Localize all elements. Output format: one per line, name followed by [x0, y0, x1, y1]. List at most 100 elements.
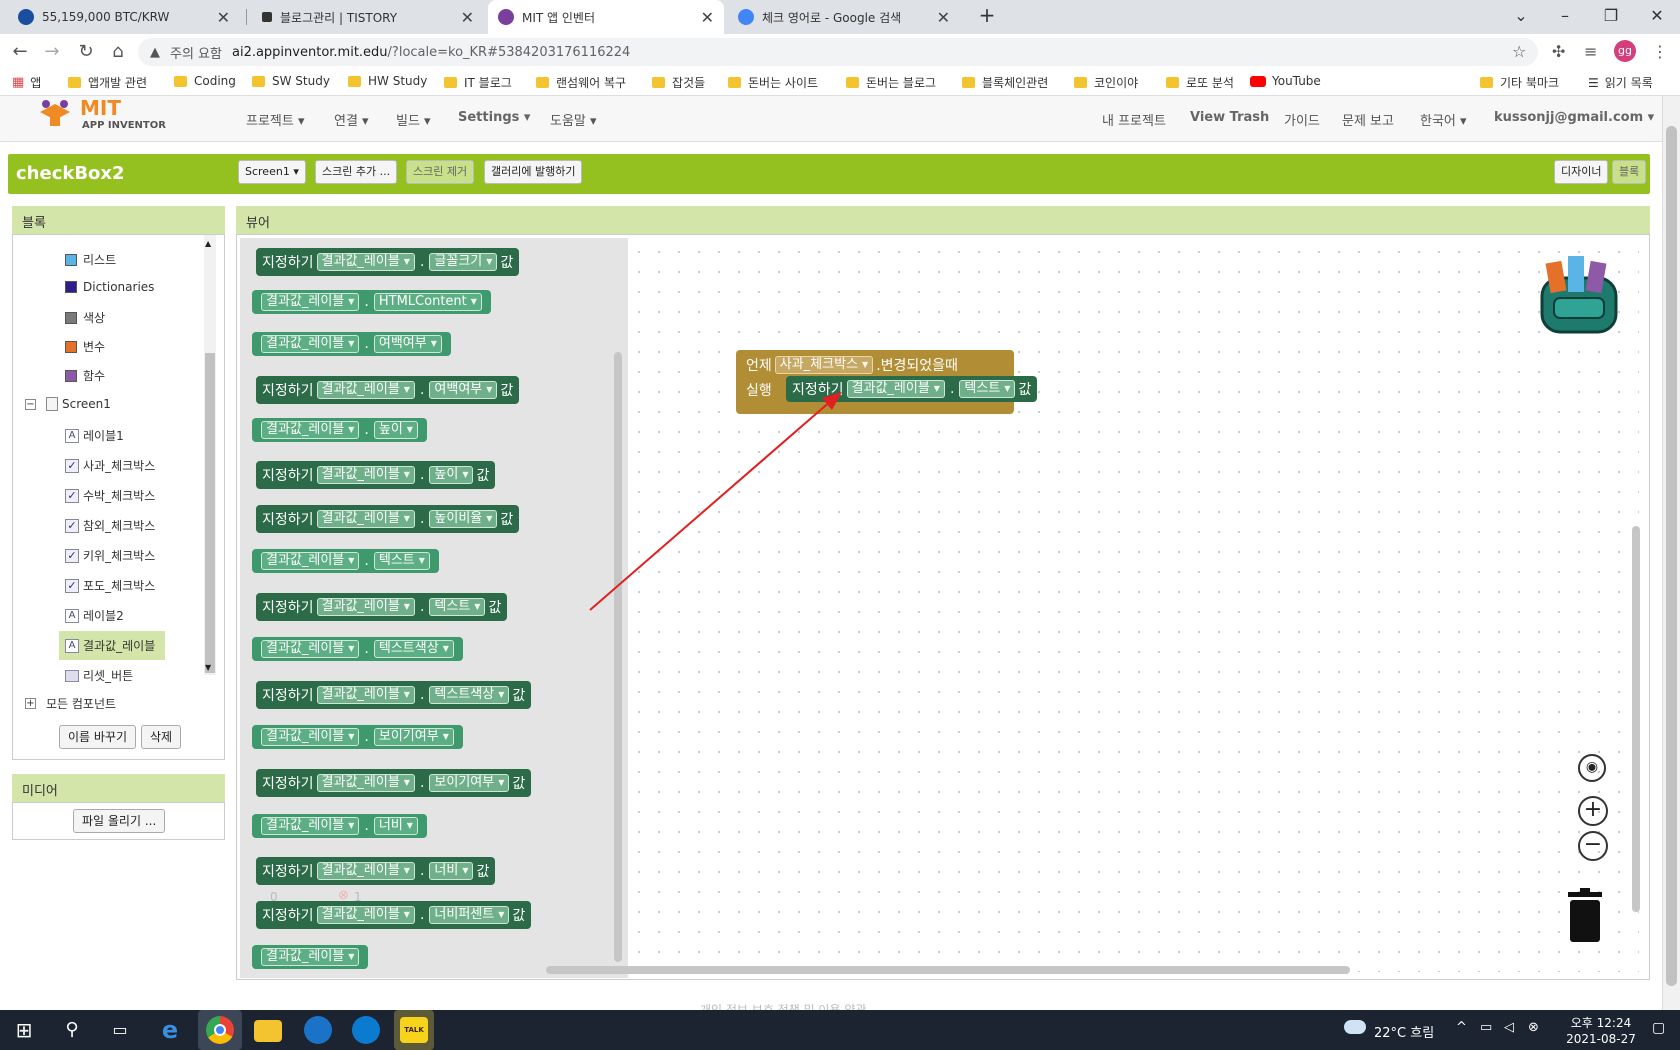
- bookmark[interactable]: 기타 북마크: [1480, 74, 1559, 91]
- getter-block[interactable]: 결과값_레이블 ▼: [252, 945, 369, 969]
- property-dropdown[interactable]: 텍스트색상 ▼: [429, 686, 510, 704]
- rename-button[interactable]: 이름 바꾸기: [59, 725, 137, 749]
- ie-icon[interactable]: e: [156, 1016, 184, 1044]
- builtin-variables[interactable]: 변수: [65, 338, 105, 355]
- expand-icon[interactable]: +: [25, 698, 36, 709]
- tree-screen1[interactable]: − Screen1: [25, 397, 111, 411]
- component-dropdown[interactable]: 결과값_레이블 ▼: [316, 253, 415, 271]
- zoom-out-icon[interactable]: −: [1578, 831, 1608, 861]
- publish-gallery-button[interactable]: 갤러리에 발행하기: [484, 160, 583, 184]
- volume-icon[interactable]: ◁: [1504, 1020, 1514, 1035]
- bookmark[interactable]: IT 블로그: [444, 74, 512, 91]
- close-icon[interactable]: ✕: [217, 8, 230, 27]
- component-dropdown[interactable]: 결과값_레이블 ▼: [261, 335, 360, 353]
- property-dropdown[interactable]: 보이기여부 ▼: [429, 774, 510, 792]
- tree-reset-button[interactable]: 리셋_버튼: [65, 667, 133, 684]
- builtin-lists[interactable]: 리스트: [65, 251, 116, 268]
- property-dropdown[interactable]: 텍스트 ▼: [959, 380, 1016, 398]
- extensions-icon[interactable]: ✣: [1552, 42, 1565, 61]
- component-dropdown[interactable]: 결과값_레이블 ▼: [316, 906, 415, 924]
- getter-block[interactable]: 결과값_레이블 ▼. 너비 ▼: [252, 814, 427, 838]
- setter-block[interactable]: 지정하기 결과값_레이블 ▼. 글꼴크기 ▼ 값: [256, 248, 520, 276]
- component-dropdown[interactable]: 사과_체크박스 ▼: [774, 356, 874, 374]
- tab-search-icon[interactable]: ⌄: [1506, 6, 1536, 25]
- menu-report-issue[interactable]: 문제 보고: [1342, 110, 1394, 129]
- setter-block[interactable]: 지정하기 결과값_레이블 ▼. 보이기여부 ▼ 값: [256, 769, 532, 797]
- component-dropdown[interactable]: 결과값_레이블 ▼: [261, 293, 360, 311]
- browser-tab[interactable]: 블로그관리 | TISTORY ✕: [252, 0, 484, 34]
- profile-avatar[interactable]: gg: [1614, 40, 1636, 62]
- component-dropdown[interactable]: 결과값_레이블 ▼: [316, 774, 415, 792]
- scroll-down-icon[interactable]: ▼: [205, 663, 211, 672]
- tree-label1[interactable]: A 레이블1: [65, 427, 124, 444]
- minimize-button[interactable]: –: [1550, 6, 1580, 25]
- edge-icon[interactable]: [352, 1016, 380, 1044]
- page-scrollbar-thumb[interactable]: [1666, 126, 1677, 986]
- property-dropdown[interactable]: 너비 ▼: [429, 862, 474, 880]
- workspace-hscrollbar[interactable]: [546, 966, 1350, 974]
- menu-connect[interactable]: 연결 ▾: [334, 110, 369, 129]
- ime-icon[interactable]: ⊗: [1528, 1020, 1539, 1035]
- property-dropdown[interactable]: 여백여부 ▼: [373, 335, 442, 353]
- maximize-button[interactable]: ❐: [1596, 6, 1626, 25]
- notification-icon[interactable]: ▢: [1652, 1020, 1665, 1036]
- bookmark[interactable]: 로또 분석: [1166, 74, 1234, 91]
- home-icon[interactable]: ⌂: [106, 40, 130, 64]
- remove-screen-button[interactable]: 스크린 제거: [406, 160, 475, 184]
- clock-date[interactable]: 2021-08-27: [1556, 1032, 1646, 1046]
- search-icon[interactable]: ⚲: [58, 1016, 86, 1044]
- blocks-button[interactable]: 블록: [1612, 160, 1647, 184]
- workspace-vscrollbar[interactable]: [1632, 526, 1640, 912]
- component-dropdown[interactable]: 결과값_레이블 ▼: [316, 598, 415, 616]
- designer-button[interactable]: 디자이너: [1554, 160, 1609, 184]
- menu-account[interactable]: kussonjj@gmail.com ▾: [1494, 110, 1654, 125]
- setter-block[interactable]: 지정하기 결과값_레이블 ▼. 높이비율 ▼ 값: [256, 505, 520, 533]
- tree-result-label-selected[interactable]: A 결과값_레이블: [59, 631, 165, 660]
- media-icon[interactable]: ≡: [1584, 42, 1597, 61]
- property-dropdown[interactable]: 너비퍼센트 ▼: [429, 906, 510, 924]
- bookmark[interactable]: 잡것들: [652, 74, 705, 91]
- bookmark-apps[interactable]: ▦ 앱: [12, 74, 41, 91]
- center-icon[interactable]: ◉: [1578, 754, 1606, 782]
- component-dropdown[interactable]: 결과값_레이블 ▼: [316, 686, 415, 704]
- property-dropdown[interactable]: 텍스트 ▼: [429, 598, 486, 616]
- add-screen-button[interactable]: 스크린 추가 ...: [315, 160, 398, 184]
- builtin-dictionaries[interactable]: Dictionaries: [65, 280, 154, 294]
- trash-icon[interactable]: [1566, 888, 1604, 944]
- bookmark[interactable]: 앱개발 관련: [68, 74, 147, 91]
- scroll-up-icon[interactable]: ▲: [205, 239, 211, 248]
- task-view-icon[interactable]: ▭: [106, 1016, 134, 1044]
- menu-my-projects[interactable]: 내 프로젝트: [1102, 110, 1166, 129]
- network-icon[interactable]: ▭: [1480, 1020, 1492, 1035]
- windows-start-icon[interactable]: ⊞: [10, 1016, 38, 1044]
- component-dropdown[interactable]: 결과값_레이블 ▼: [316, 510, 415, 528]
- setter-block[interactable]: 지정하기 결과값_레이블 ▼. 텍스트 ▼ 값: [256, 593, 508, 621]
- browser-tab[interactable]: 체크 영어로 - Google 검색 ✕: [728, 0, 960, 34]
- component-dropdown[interactable]: 결과값_레이블 ▼: [261, 728, 360, 746]
- app-inventor-logo[interactable]: [36, 98, 74, 128]
- property-dropdown[interactable]: 높이비율 ▼: [429, 510, 498, 528]
- setter-block[interactable]: 지정하기 결과값_레이블 ▼. 여백여부 ▼ 값: [256, 376, 520, 404]
- footer-links[interactable]: 개인 정보 보호 정책 및 이용 약관: [700, 1001, 866, 1010]
- setter-block[interactable]: 지정하기 결과값_레이블 ▼. 높이 ▼ 값: [256, 461, 496, 489]
- delete-button[interactable]: 삭제: [141, 725, 182, 749]
- tree-watermelon-checkbox[interactable]: ✓ 수박_체크박스: [65, 487, 155, 504]
- property-dropdown[interactable]: 높이 ▼: [429, 466, 474, 484]
- tree-grape-checkbox[interactable]: ✓ 포도_체크박스: [65, 577, 155, 594]
- property-dropdown[interactable]: 높이 ▼: [373, 421, 418, 439]
- chrome-taskbar-button[interactable]: [198, 1010, 242, 1050]
- property-dropdown[interactable]: 보이기여부 ▼: [373, 728, 454, 746]
- new-tab-button[interactable]: +: [972, 3, 1002, 27]
- component-dropdown[interactable]: 결과값_레이블 ▼: [316, 862, 415, 880]
- browser-tab-active[interactable]: MIT 앱 인벤터 ✕: [488, 0, 724, 34]
- component-dropdown[interactable]: 결과값_레이블 ▼: [261, 817, 360, 835]
- star-icon[interactable]: ☆: [1512, 42, 1526, 61]
- back-icon[interactable]: ←: [8, 40, 32, 64]
- property-dropdown[interactable]: 글꼴크기 ▼: [429, 253, 498, 271]
- bookmark[interactable]: 돈버는 블로그: [846, 74, 936, 91]
- property-dropdown[interactable]: 여백여부 ▼: [429, 381, 498, 399]
- tray-chevron-icon[interactable]: ^: [1456, 1020, 1467, 1035]
- setter-block[interactable]: 지정하기 결과값_레이블 ▼. 너비퍼센트 ▼ 값: [256, 901, 532, 929]
- tree-apple-checkbox[interactable]: ✓ 사과_체크박스: [65, 457, 155, 474]
- getter-block[interactable]: 결과값_레이블 ▼. 여백여부 ▼: [252, 332, 451, 356]
